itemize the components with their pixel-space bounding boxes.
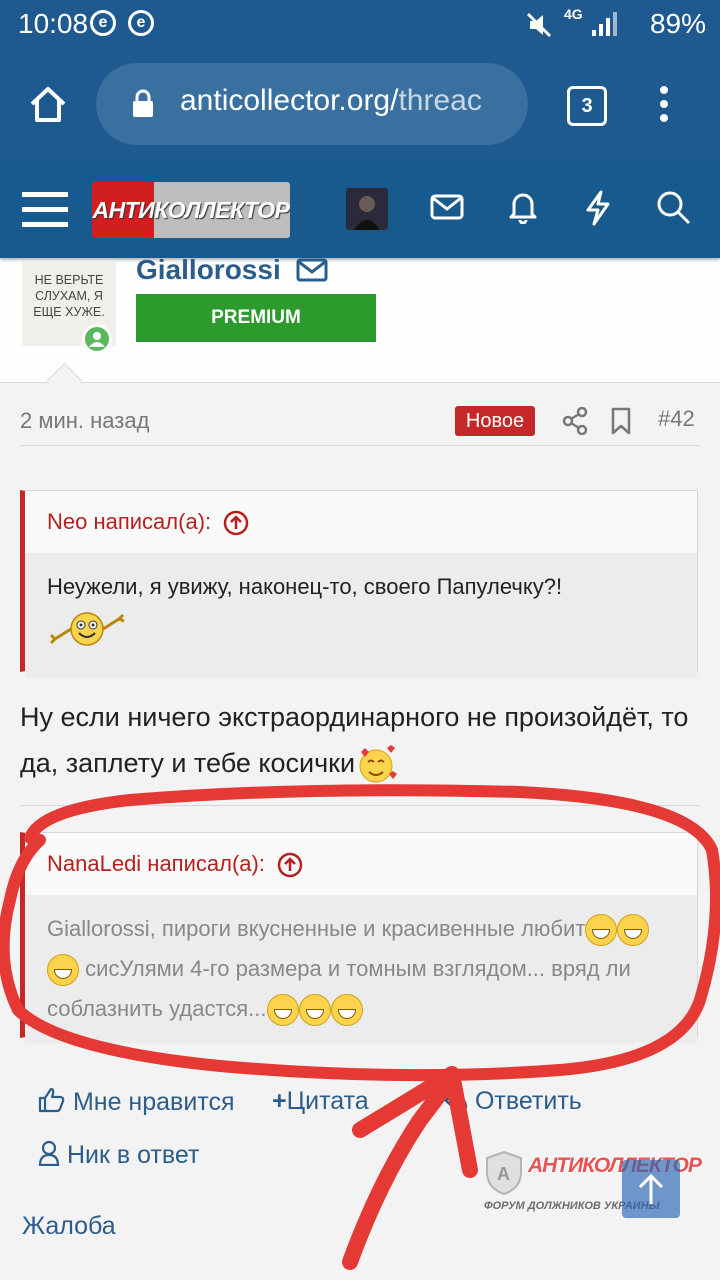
reply-button[interactable]: Ответить: [442, 1087, 582, 1116]
plus-icon: +: [272, 1087, 287, 1115]
report-link[interactable]: Жалоба: [22, 1212, 116, 1241]
url-text: anticollector.org/threac: [180, 84, 482, 117]
new-badge: Новое: [455, 406, 535, 436]
bell-icon[interactable]: [508, 190, 538, 224]
jump-up-icon[interactable]: [277, 852, 303, 878]
grin-smiley-icon: [266, 994, 299, 1027]
status-bar: 10:08 e e 4G 89%: [0, 0, 720, 50]
post-message: Ну если ничего экстраординарного не прои…: [20, 694, 700, 786]
hearts-smiley-icon: [359, 744, 398, 783]
quote-author[interactable]: NanaLedi написал(а):: [47, 851, 265, 876]
signal-icon: [592, 12, 617, 36]
jump-up-icon[interactable]: [223, 510, 249, 536]
quote-text: Giallorossi, пироги вкусненные и красиве…: [47, 916, 586, 941]
quote-text: Неужели, я увижу, наконец-то, своего Пап…: [47, 574, 563, 599]
quote-author[interactable]: Neo написал(а):: [47, 509, 211, 534]
address-bar[interactable]: anticollector.org/threac: [96, 63, 528, 145]
grin-smiley-icon: [617, 914, 650, 947]
nick-reply-button[interactable]: Ник в ответ: [38, 1140, 199, 1170]
shield-logo-icon: A: [486, 1150, 522, 1196]
notification-icon: e: [90, 10, 116, 36]
user-icon: [38, 1140, 60, 1167]
message-icon[interactable]: [296, 258, 328, 284]
post-number[interactable]: #42: [658, 406, 695, 432]
browser-toolbar: anticollector.org/threac 3: [0, 50, 720, 162]
quote-body: Неужели, я увижу, наконец-то, своего Пап…: [25, 553, 697, 678]
hamburger-menu-icon[interactable]: [22, 190, 68, 230]
dancing-smiley-icon: [49, 612, 125, 646]
search-icon[interactable]: [656, 190, 692, 226]
post-timestamp[interactable]: 2 мин. назад: [20, 408, 149, 434]
nick-reply-label: Ник в ответ: [66, 1141, 200, 1169]
battery-level: 89%: [649, 8, 706, 39]
network-type: 4G: [564, 6, 583, 22]
quote-label: Цитата: [286, 1087, 369, 1115]
quote-body: Giallorossi, пироги вкусненные и красиве…: [25, 895, 697, 1043]
grin-smiley-icon: [330, 994, 363, 1027]
lock-icon: [133, 89, 153, 117]
mute-icon: [526, 12, 552, 38]
quote-header[interactable]: Neo написал(а):: [25, 491, 697, 553]
quote-button[interactable]: +Цитата: [272, 1087, 369, 1116]
reply-arrow-icon: [442, 1091, 468, 1109]
site-header: АНТИКОЛЛЕКТОР: [0, 162, 720, 258]
logo-text: АНТИКОЛЛЕКТОР: [92, 197, 290, 223]
share-icon[interactable]: [562, 407, 588, 435]
grin-smiley-icon: [298, 994, 331, 1027]
arrow-up-icon: [638, 1173, 664, 1204]
home-icon[interactable]: [28, 84, 68, 124]
grin-smiley-icon: [585, 914, 618, 947]
grin-smiley-icon: [47, 954, 79, 987]
lightning-icon[interactable]: [584, 190, 612, 226]
divider: [20, 445, 700, 446]
thumbs-up-icon: [38, 1087, 65, 1113]
like-button[interactable]: Мне нравится: [38, 1087, 235, 1117]
tab-switcher-button[interactable]: 3: [567, 86, 607, 126]
svg-text:A: A: [497, 1164, 510, 1184]
online-status-icon: [82, 324, 112, 354]
notification-icon: e: [128, 10, 154, 36]
post-author-name[interactable]: Giallorossi: [136, 254, 281, 286]
avatar-caption: НЕ ВЕРЬТЕ СЛУХАМ, Я ЕЩЕ ХУЖЕ.: [33, 273, 105, 319]
bookmark-icon[interactable]: [610, 407, 632, 435]
clock: 10:08: [18, 8, 89, 39]
quote-block: NanaLedi написал(а): Giallorossi, пироги…: [20, 832, 698, 1043]
user-avatar[interactable]: [346, 188, 388, 230]
quote-header[interactable]: NanaLedi написал(а):: [25, 833, 697, 895]
premium-badge: PREMIUM: [136, 294, 376, 342]
overflow-menu-icon[interactable]: [654, 84, 674, 128]
like-label: Мне нравится: [72, 1088, 235, 1116]
divider: [20, 805, 700, 806]
inbox-icon[interactable]: [430, 194, 464, 222]
scroll-to-top-button[interactable]: [622, 1160, 680, 1218]
quote-block: Neo написал(а): Неужели, я увижу, наконе…: [20, 490, 698, 678]
reply-label: Ответить: [474, 1087, 582, 1115]
site-logo[interactable]: АНТИКОЛЛЕКТОР: [92, 182, 290, 238]
